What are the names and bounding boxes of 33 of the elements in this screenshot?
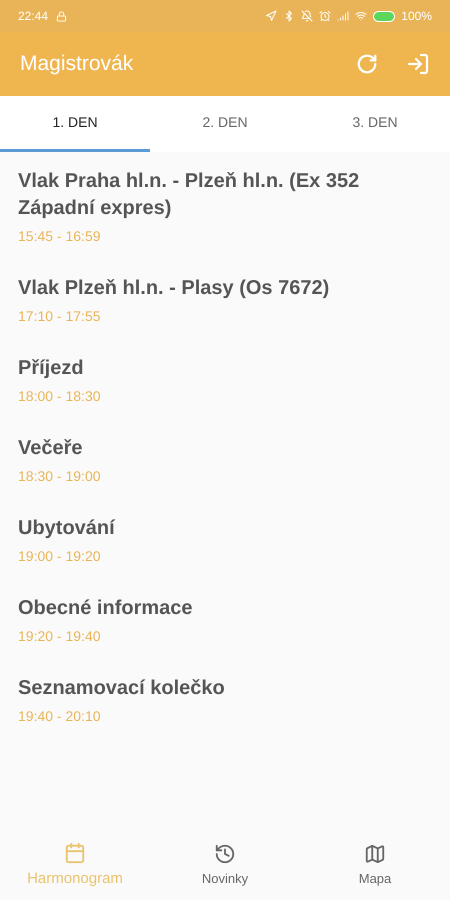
map-icon [364,843,386,866]
status-time: 22:44 [18,8,48,25]
alarm-icon [319,10,332,22]
location-icon [265,10,278,22]
bell-off-icon [301,10,314,22]
app-title: Magistrovák [20,51,134,78]
event-title: Vlak Plzeň hl.n. - Plasy (Os 7672) [18,276,330,301]
event-title: Ubytování [18,516,116,541]
event-time: 18:00 - 18:30 [18,387,102,406]
nav-item[interactable]: Mapa [300,832,450,900]
event-title: Obecné informace [18,596,194,621]
event-time: 19:40 - 20:10 [18,707,102,726]
event-title: Příjezd [18,356,85,381]
day-tab[interactable]: 3. DEN [300,96,450,152]
refresh-button[interactable] [356,53,378,75]
day-tab[interactable]: 1. DEN [0,96,150,152]
battery-icon [373,10,396,22]
calendar-icon [64,842,86,864]
event-time: 15:45 - 16:59 [18,227,102,246]
battery-level: 100% [401,8,432,25]
event-title: Seznamovací kolečko [18,676,226,701]
lock-icon [56,10,68,22]
history-icon [214,843,236,866]
event-time: 17:10 - 17:55 [18,307,102,326]
event-time: 19:20 - 19:40 [18,627,102,646]
logout-button[interactable] [406,52,430,76]
event-title: Večeře [18,436,84,461]
event-time: 19:00 - 19:20 [18,547,102,566]
signal-icon [337,10,350,22]
nav-item[interactable]: Novinky [150,832,300,900]
day-tab[interactable]: 2. DEN [150,96,300,152]
event-title: Vlak Praha hl.n. - Plzeň hl.n. (Ex 352 Západní expres) [18,169,360,221]
event-time: 18:30 - 19:00 [18,467,102,486]
